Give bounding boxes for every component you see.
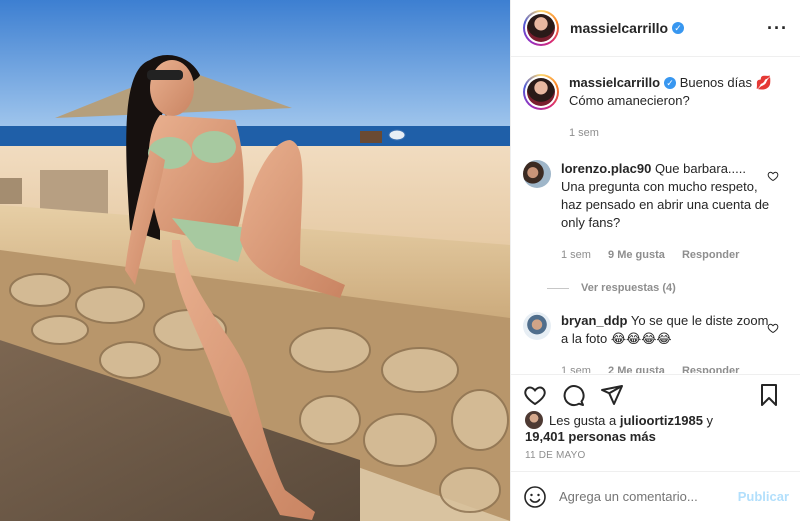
comments-list[interactable]: massielcarrillo ✓ Buenos días 💋 Cómo aman…	[511, 58, 800, 373]
comment-meta: 1 sem 2 Me gusta Responder	[561, 362, 771, 373]
verified-check-icon: ✓	[672, 22, 685, 34]
view-replies-button[interactable]: Ver respuestas (4)	[547, 282, 789, 294]
post-date[interactable]: 11 DE MAYO	[525, 450, 586, 461]
header-username[interactable]: massielcarrillo	[570, 20, 668, 36]
comment-avatar[interactable]	[523, 160, 551, 188]
verified-check-icon: ✓	[664, 77, 677, 89]
liker-username[interactable]: julioortiz1985	[620, 413, 703, 428]
paper-plane-icon[interactable]	[600, 383, 624, 407]
post-details-panel: massielcarrillo ✓ ··· massielcarrillo ✓ B…	[510, 0, 800, 521]
comment-meta: 1 sem 9 Me gusta Responder	[561, 246, 771, 264]
caption-meta: 1 sem	[569, 124, 789, 142]
comment-username[interactable]: bryan_ddp	[561, 313, 627, 328]
post-header: massielcarrillo ✓ ···	[511, 0, 800, 57]
comment-item: bryan_ddp Yo se que le diste zoom a la f…	[523, 312, 789, 373]
comment-heart-icon[interactable]	[767, 322, 779, 334]
likes-summary: Les gusta a julioortiz1985 y 19,401 pers…	[525, 411, 795, 445]
comment-avatar[interactable]	[523, 312, 551, 340]
comment-likes[interactable]: 2 Me gusta	[608, 365, 665, 373]
comment-heart-icon[interactable]	[767, 170, 779, 182]
post-actions	[511, 374, 800, 414]
comment-likes[interactable]: 9 Me gusta	[608, 249, 665, 261]
liker-avatar[interactable]	[525, 411, 543, 429]
comment-item: lorenzo.plac90 Que barbara..... Una preg…	[523, 160, 789, 264]
avatar[interactable]	[523, 10, 559, 46]
caption-username[interactable]: massielcarrillo	[569, 75, 660, 90]
bookmark-icon[interactable]	[757, 383, 781, 407]
comment-icon[interactable]	[561, 383, 585, 407]
post-caption: massielcarrillo ✓ Buenos días 💋 Cómo aman…	[523, 74, 789, 142]
likes-count[interactable]: 19,401 personas más	[525, 429, 656, 444]
heart-icon[interactable]	[523, 383, 547, 407]
likes-connector: y	[706, 413, 714, 428]
reply-button[interactable]: Responder	[682, 365, 739, 373]
caption-time[interactable]: 1 sem	[569, 127, 599, 139]
ellipsis-icon[interactable]: ···	[767, 19, 788, 37]
reply-button[interactable]: Responder	[682, 249, 739, 261]
smiley-icon[interactable]	[523, 485, 547, 509]
likes-prefix: Les gusta a	[549, 413, 617, 428]
beach-photo	[0, 0, 510, 521]
add-comment-bar: Publicar	[511, 471, 800, 521]
publish-button[interactable]: Publicar	[738, 489, 789, 504]
caption-avatar[interactable]	[523, 74, 559, 110]
comment-input[interactable]	[559, 489, 738, 504]
post-photo[interactable]	[0, 0, 510, 521]
comment-username[interactable]: lorenzo.plac90	[561, 161, 651, 176]
comment-time[interactable]: 1 sem	[561, 249, 591, 261]
comment-time[interactable]: 1 sem	[561, 365, 591, 373]
